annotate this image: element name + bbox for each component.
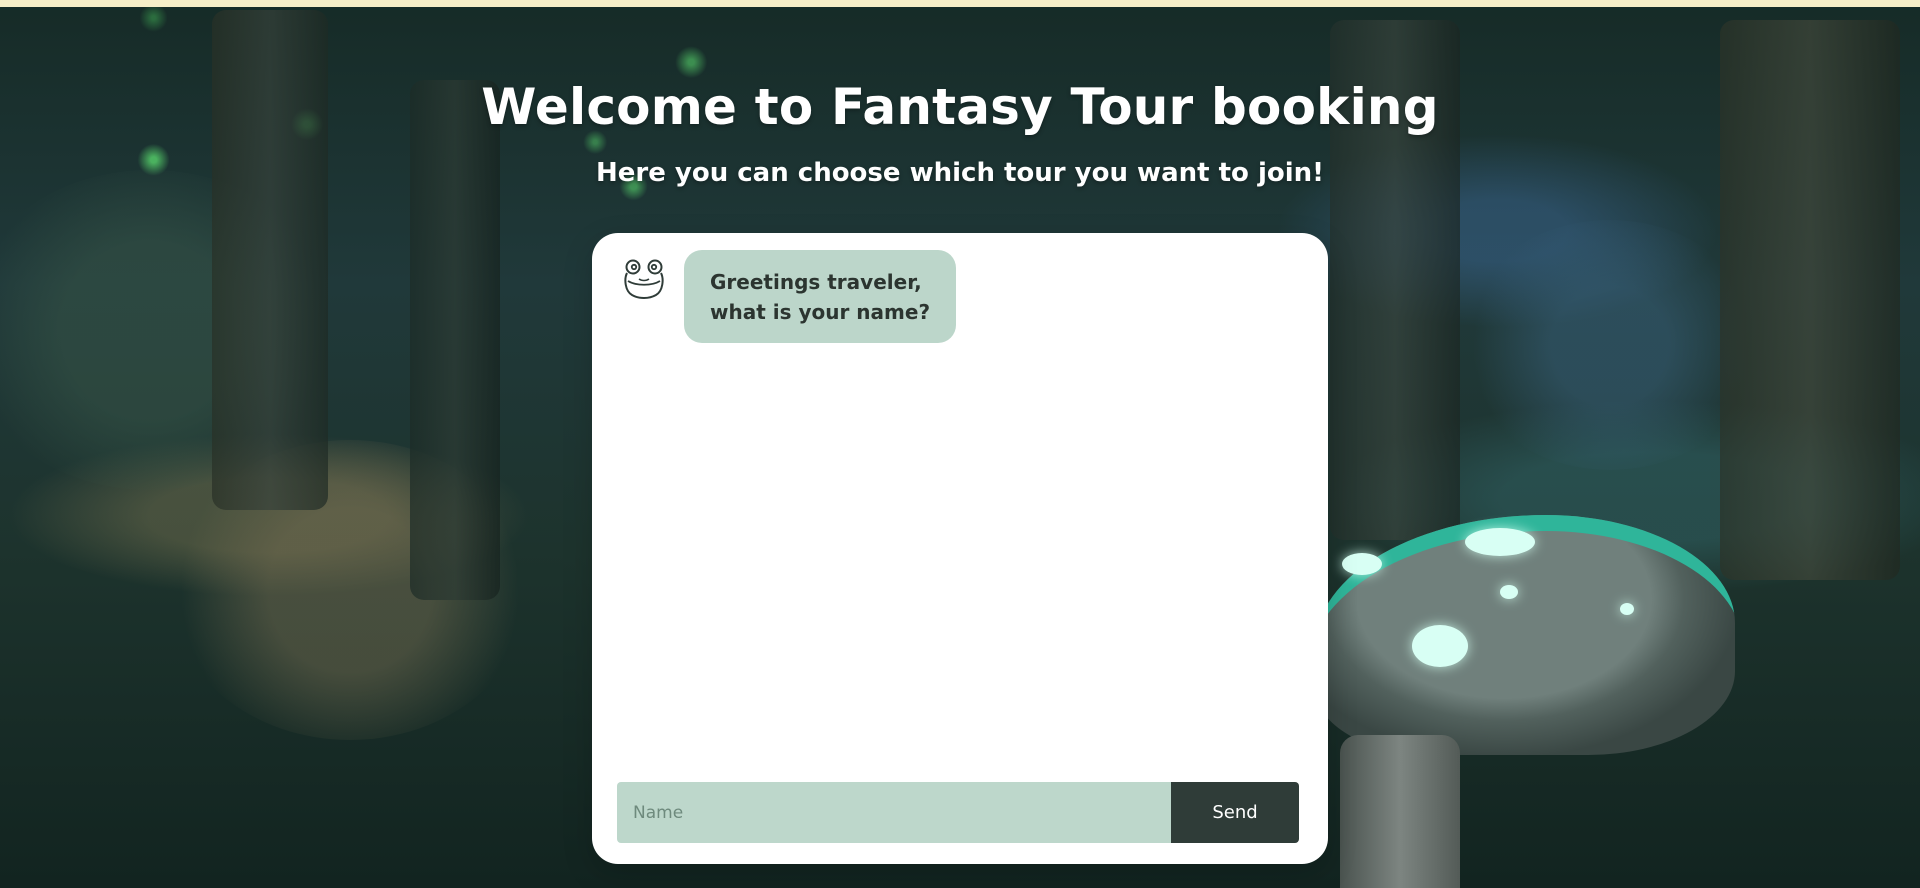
mushroom-spot: [1465, 528, 1535, 556]
name-input[interactable]: [617, 782, 1171, 843]
page-subtitle: Here you can choose which tour you want …: [595, 158, 1324, 188]
fantasy-tour-page: Welcome to Fantasy Tour booking Here you…: [0, 0, 1920, 888]
message-bubble: Greetings traveler, what is your name?: [684, 250, 956, 343]
send-button[interactable]: Send: [1171, 782, 1299, 843]
page-title: Welcome to Fantasy Tour booking: [481, 78, 1439, 136]
mushroom-spot: [1620, 603, 1634, 615]
message-list: Greetings traveler, what is your name?: [592, 233, 1328, 763]
chat-composer: Send: [617, 782, 1299, 843]
mushroom-spot: [1412, 625, 1468, 667]
forest-foliage: [1460, 220, 1760, 470]
chat-window: Greetings traveler, what is your name? S…: [592, 233, 1328, 864]
bot-message: Greetings traveler, what is your name?: [622, 250, 956, 343]
mushroom-spot: [1500, 585, 1518, 599]
mushroom-spot: [1342, 553, 1382, 575]
top-banner: [0, 0, 1920, 7]
frog-icon: [622, 257, 666, 301]
mushroom-stem: [1340, 735, 1460, 888]
